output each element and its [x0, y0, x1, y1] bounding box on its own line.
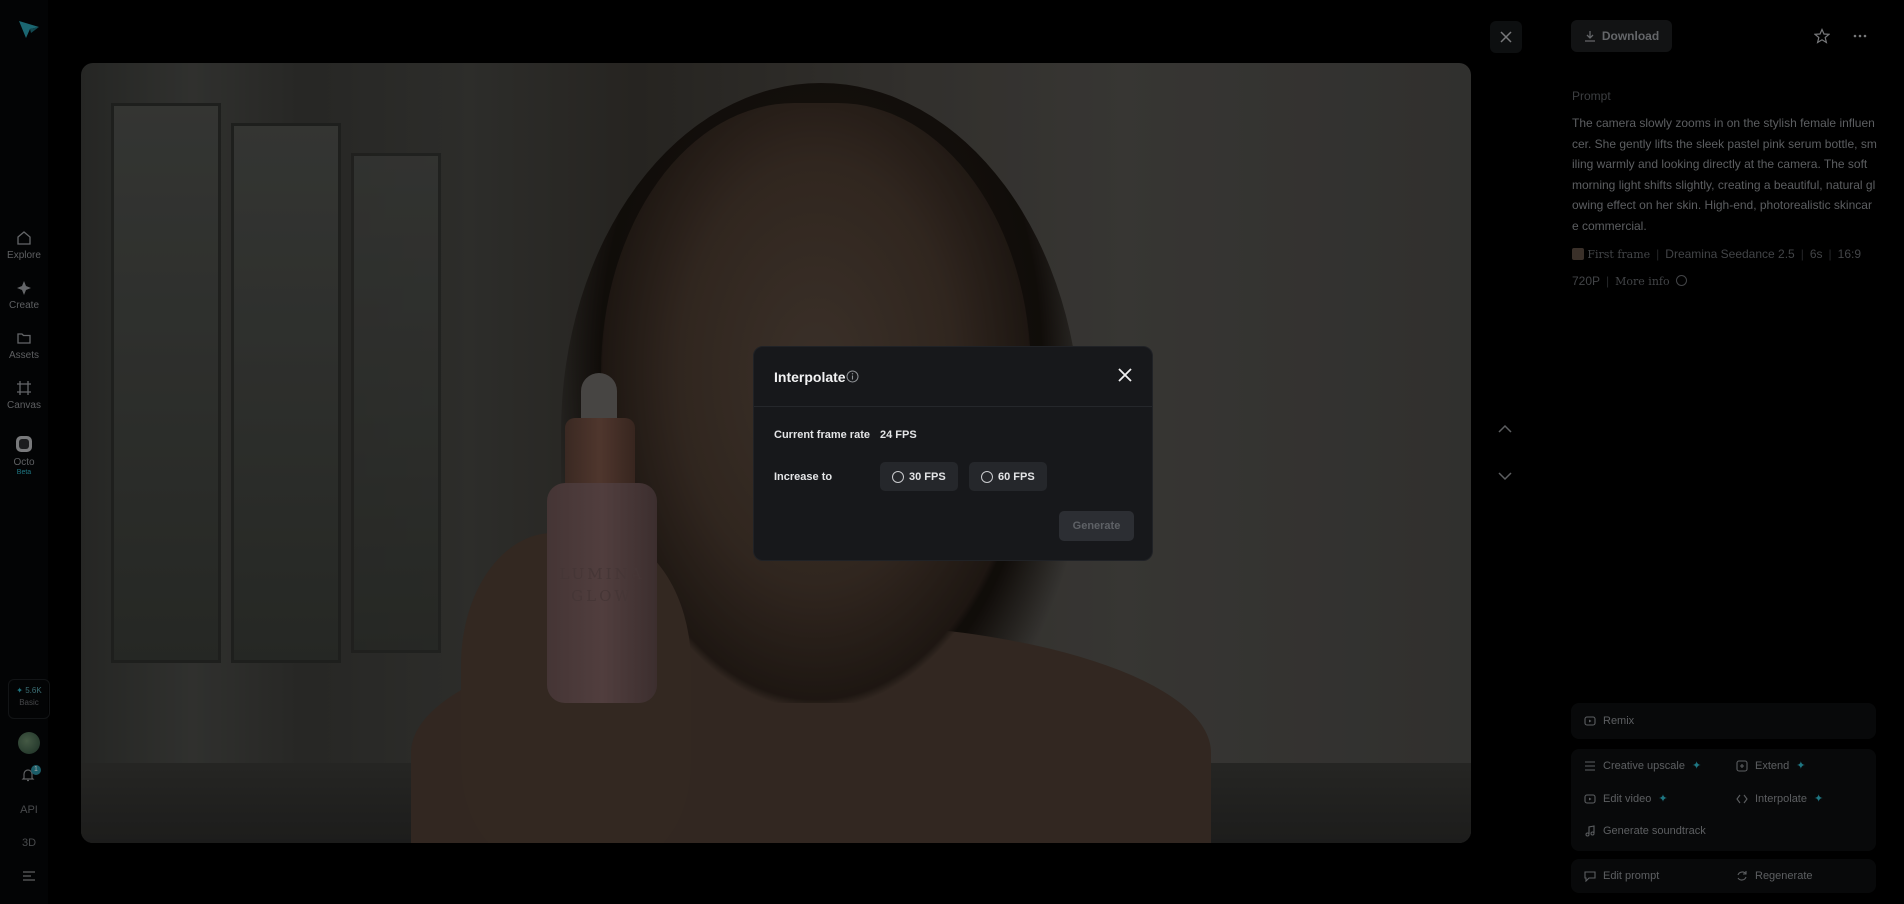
interpolate-dialog: Interpolate Current frame rate 24 FPS In… [753, 346, 1153, 561]
current-frame-rate-label: Current frame rate [774, 429, 870, 441]
current-frame-rate-value: 24 FPS [880, 429, 917, 441]
info-icon[interactable] [846, 370, 859, 383]
radio-icon [981, 470, 993, 483]
increase-to-label: Increase to [774, 471, 833, 483]
radio-icon [892, 470, 904, 483]
dialog-header: Interpolate [754, 347, 1152, 407]
fps-option-label: 60 FPS [998, 470, 1035, 483]
generate-button[interactable]: Generate [1059, 511, 1134, 541]
fps-option-30[interactable]: 30 FPS [880, 462, 958, 491]
fps-option-60[interactable]: 60 FPS [969, 462, 1047, 491]
dialog-title: Interpolate [774, 369, 846, 385]
fps-option-label: 30 FPS [909, 470, 946, 483]
close-icon[interactable] [1117, 367, 1133, 383]
